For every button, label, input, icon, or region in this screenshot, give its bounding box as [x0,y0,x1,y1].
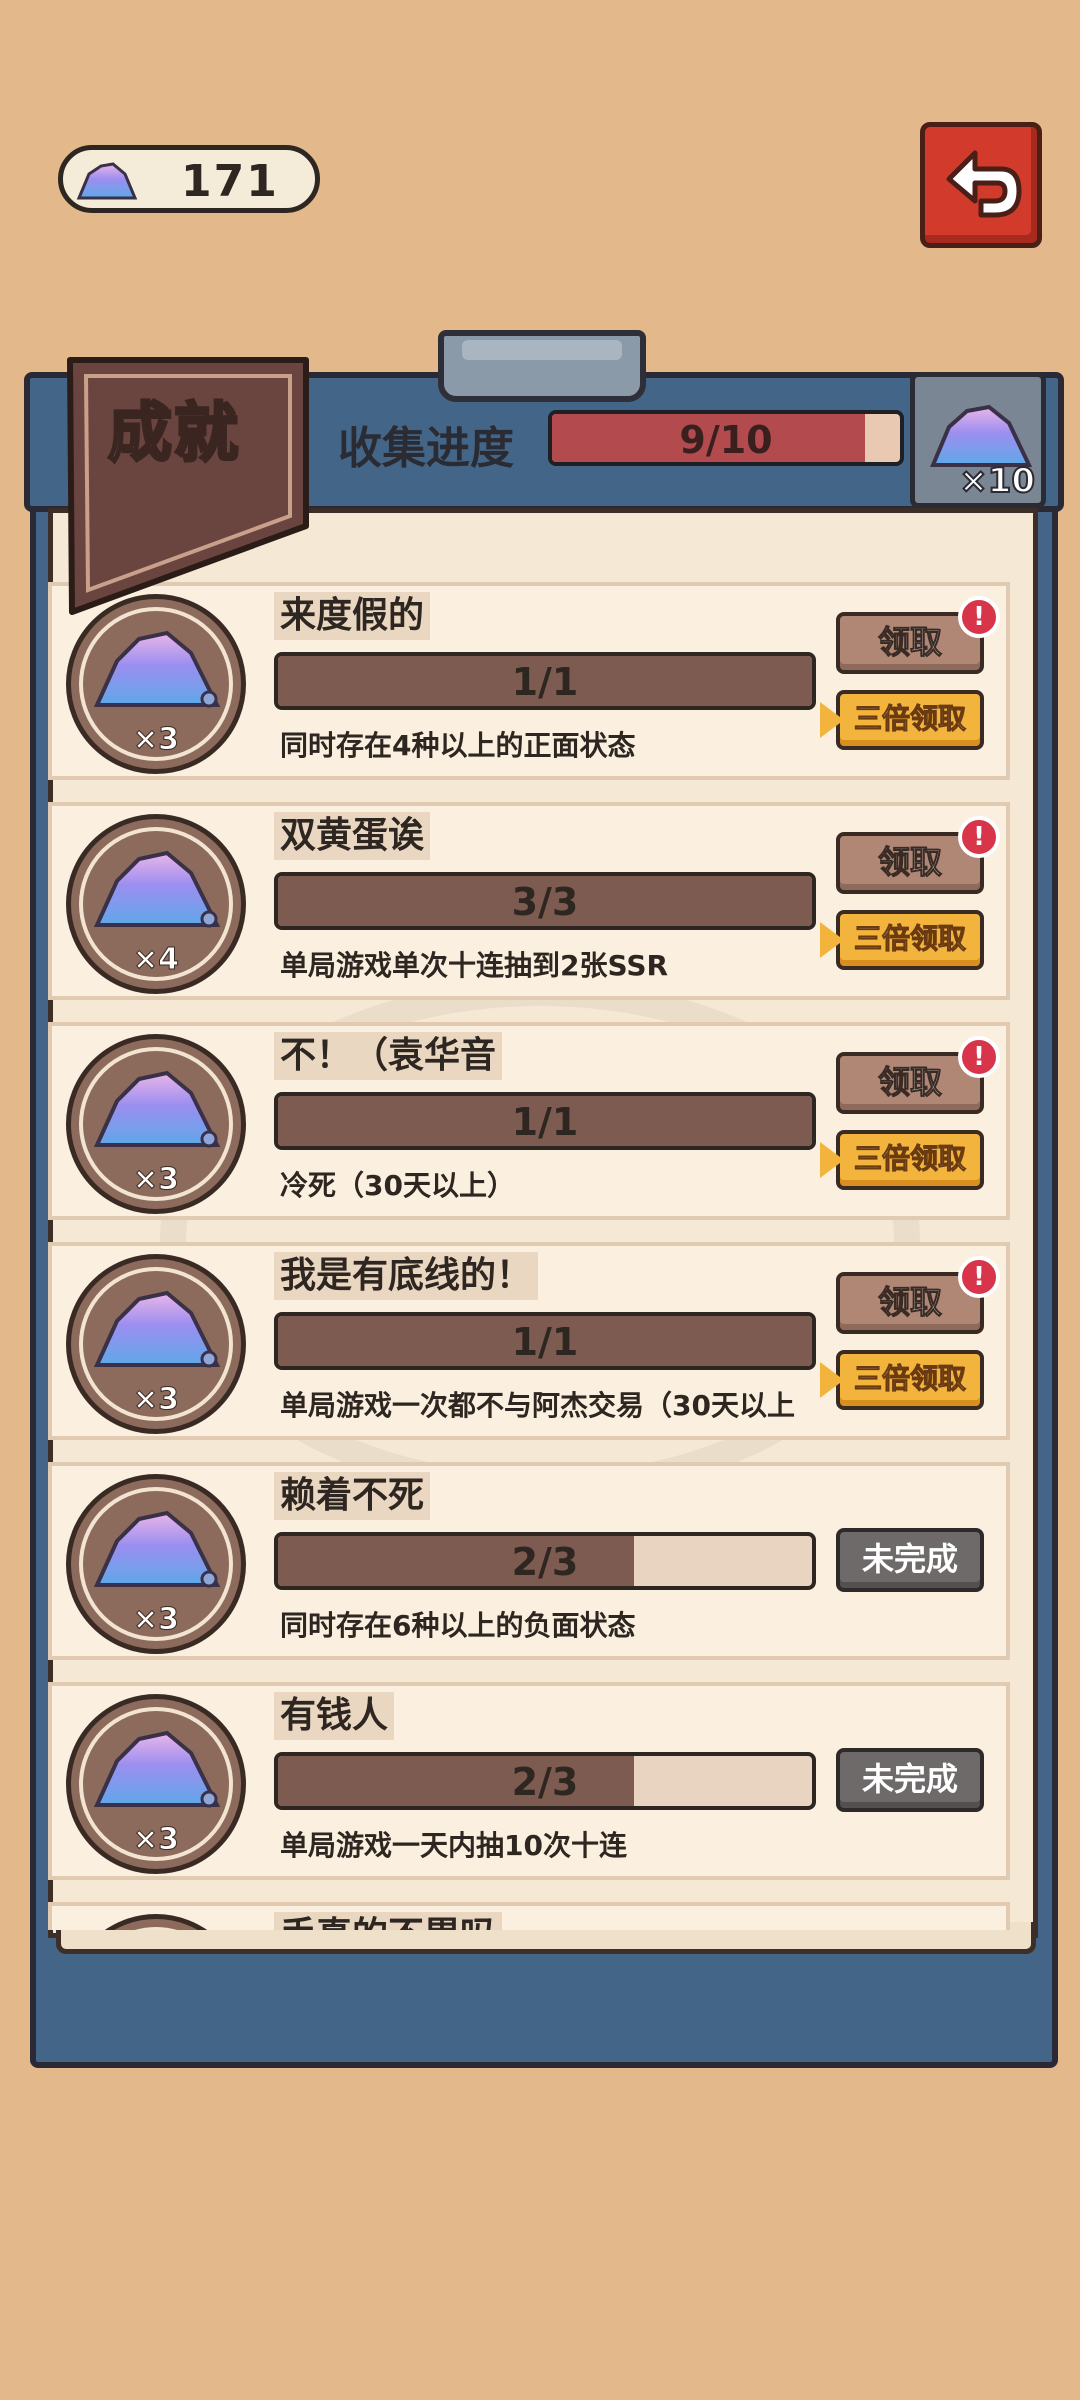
triple-claim-button[interactable]: 三倍领取 [820,1350,984,1410]
achievement-name: 双黄蛋诶 [274,812,431,860]
page-title: 成就 [107,396,240,473]
reward-medal: ×4 [66,814,246,994]
achievement-progress-text: 1/1 [511,1100,579,1144]
achievement-name: 不！（袁华音 [274,1032,503,1080]
achievement-progress-text: 1/1 [511,660,579,704]
achievement-row: ×4 双黄蛋诶 3/3 单局游戏单次十连抽到2张SSR 领取 ! 三倍领取 [48,802,1010,1000]
incomplete-button: 未完成 [836,1748,984,1812]
achievement-name: 赖着不死 [274,1472,431,1520]
triple-claim-label: 三倍领取 [853,1142,966,1176]
achievement-progress-bar: 1/1 [274,1312,816,1370]
video-play-icon [820,1362,844,1398]
collection-reward-box[interactable]: ×10 [910,372,1046,508]
achievement-name: 手真的不累吗 [274,1912,503,1930]
alert-badge: ! [958,596,1000,638]
board-clip-highlight [462,340,622,360]
crystal-icon [93,850,221,928]
achievement-row: 手真的不累吗 [48,1902,1010,1930]
collection-progress-text: 9/10 [679,418,773,462]
crystal-icon [93,1510,221,1588]
collection-reward-count: ×10 [958,460,1036,502]
crystal-icon [93,1290,221,1368]
video-play-icon [820,702,844,738]
crystal-icon [93,630,221,708]
alert-badge: ! [958,1036,1000,1078]
video-play-icon [820,922,844,958]
achievement-description: 冷死（30天以上） [280,1169,515,1202]
back-arrow-icon [946,150,1022,218]
triple-claim-button[interactable]: 三倍领取 [820,690,984,750]
reward-medal: ×3 [66,1474,246,1654]
achievement-progress-text: 2/3 [511,1760,579,1804]
achievement-description: 同时存在4种以上的正面状态 [280,729,636,762]
achievement-progress-bar: 1/1 [274,652,816,710]
incomplete-button: 未完成 [836,1528,984,1592]
achievement-description: 单局游戏一次都不与阿杰交易（30天以上 [280,1389,795,1422]
achievement-list[interactable]: ×3 来度假的 1/1 同时存在4种以上的正面状态 领取 ! 三倍领取 ×4 双… [48,578,1010,1930]
medal-ring [79,1927,233,1930]
triple-claim-button[interactable]: 三倍领取 [820,1130,984,1190]
reward-multiplier: ×3 [132,1822,179,1858]
achievement-row: ×3 不！（袁华音 1/1 冷死（30天以上） 领取 ! 三倍领取 [48,1022,1010,1220]
achievement-progress-bar: 2/3 [274,1532,816,1590]
crystal-currency-display: 171 [58,145,320,213]
achievement-description: 单局游戏单次十连抽到2张SSR [280,949,669,982]
reward-medal: ×3 [66,1034,246,1214]
achievement-progress-bar: 2/3 [274,1752,816,1810]
achievement-description: 同时存在6种以上的负面状态 [280,1609,636,1642]
achievement-row: ×3 我是有底线的！ 1/1 单局游戏一次都不与阿杰交易（30天以上 领取 ! … [48,1242,1010,1440]
triple-claim-label: 三倍领取 [853,1362,966,1396]
achievement-progress-bar: 1/1 [274,1092,816,1150]
collection-progress-label: 收集进度 [338,423,514,474]
crystal-icon [93,1730,221,1808]
achievement-progress-text: 2/3 [511,1540,579,1584]
collection-progress-bar: 9/10 [548,410,904,466]
reward-multiplier: ×3 [132,1602,179,1638]
achievement-name: 我是有底线的！ [274,1252,539,1300]
alert-badge: ! [958,1256,1000,1298]
back-button[interactable] [920,122,1042,248]
achievement-progress-bar: 3/3 [274,872,816,930]
reward-multiplier: ×3 [132,1162,179,1198]
reward-medal [66,1914,246,1930]
achievement-progress-text: 3/3 [511,880,579,924]
achievement-name: 有钱人 [274,1692,395,1740]
triple-claim-label: 三倍领取 [853,702,966,736]
achievement-description: 单局游戏一天内抽10次十连 [280,1829,627,1862]
reward-medal: ×3 [66,1254,246,1434]
achievement-row: ×3 有钱人 2/3 单局游戏一天内抽10次十连 未完成 [48,1682,1010,1880]
achievement-progress-text: 1/1 [511,1320,579,1364]
video-play-icon [820,1142,844,1178]
triple-claim-label: 三倍领取 [853,922,966,956]
reward-multiplier: ×4 [132,942,179,978]
reward-multiplier: ×3 [132,722,179,758]
achievement-row: ×3 赖着不死 2/3 同时存在6种以上的负面状态 未完成 [48,1462,1010,1660]
triple-claim-button[interactable]: 三倍领取 [820,910,984,970]
crystal-icon [93,1070,221,1148]
alert-badge: ! [958,816,1000,858]
reward-medal: ×3 [66,594,246,774]
crystal-count: 171 [181,156,279,207]
reward-multiplier: ×3 [132,1382,179,1418]
crystal-icon [76,162,138,200]
reward-medal: ×3 [66,1694,246,1874]
